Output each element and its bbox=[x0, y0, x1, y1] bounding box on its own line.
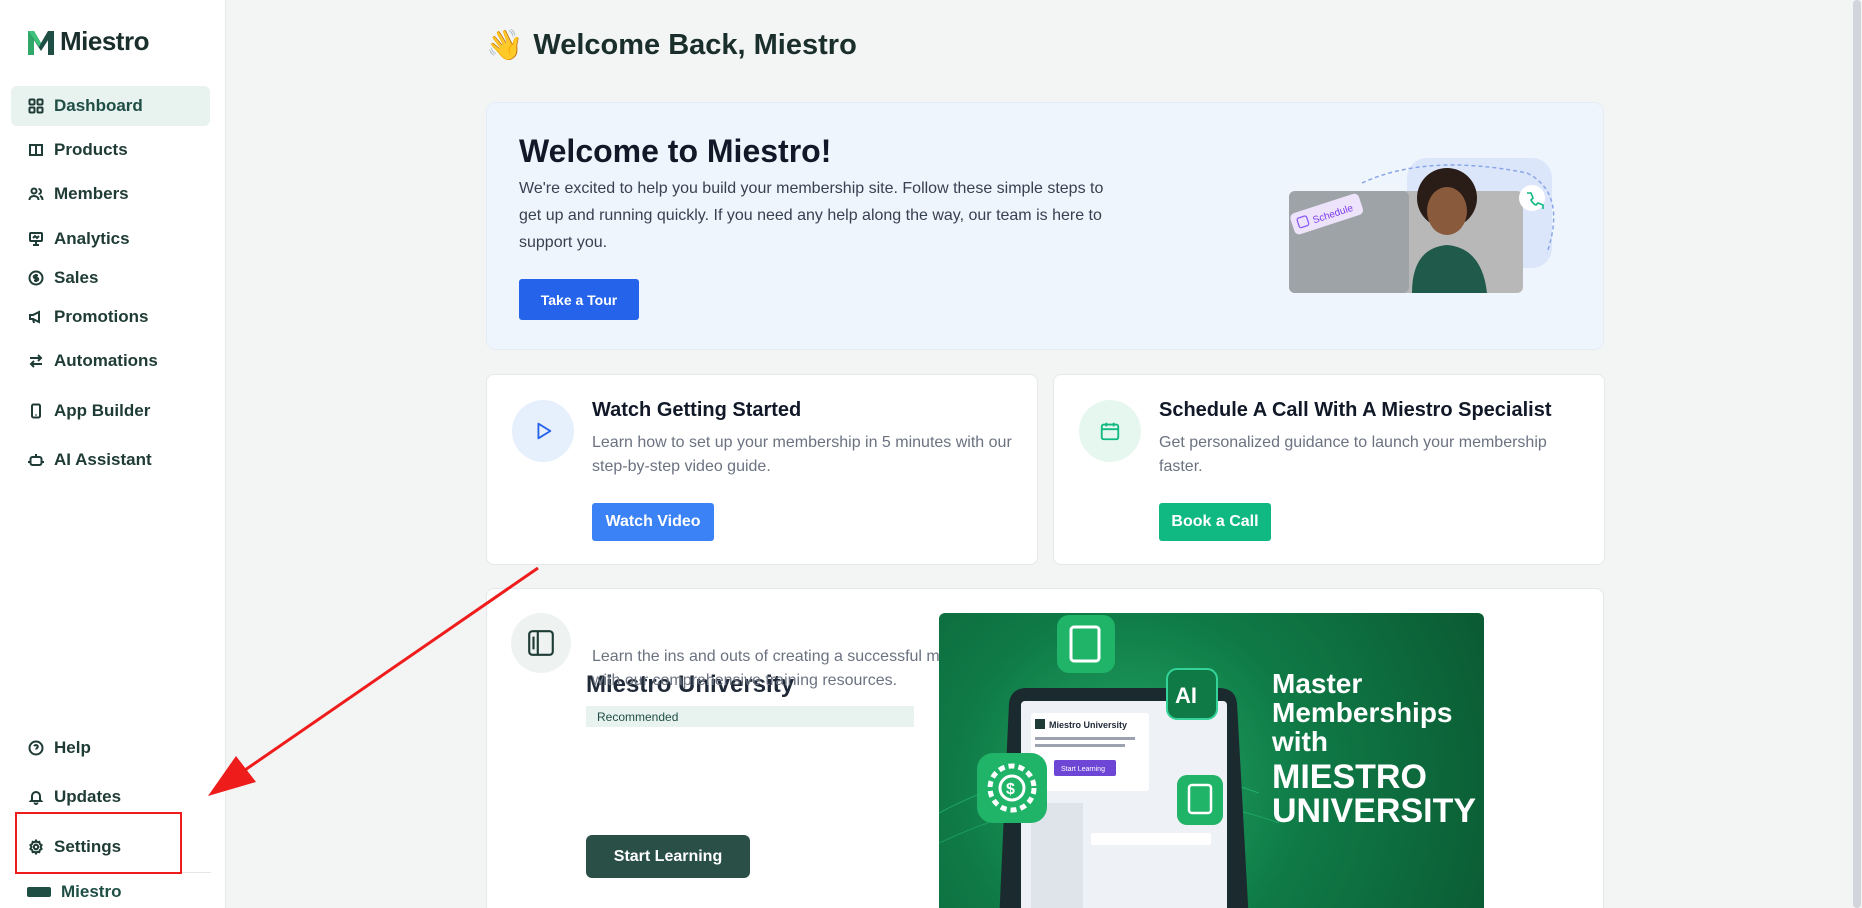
greeting-text: Welcome Back, Miestro bbox=[533, 29, 857, 61]
arrows-icon bbox=[27, 352, 45, 370]
take-tour-button[interactable]: Take a Tour bbox=[519, 279, 639, 320]
book-open-icon bbox=[511, 613, 571, 673]
banner-line-3: with bbox=[1272, 726, 1328, 757]
account-name: Miestro bbox=[61, 882, 122, 901]
bot-icon bbox=[27, 451, 45, 469]
settings-highlight-box bbox=[15, 812, 182, 874]
vertical-scrollbar-thumb[interactable] bbox=[1853, 0, 1861, 908]
sidebar-item-label: Analytics bbox=[54, 229, 130, 248]
account-switcher[interactable]: Miestro bbox=[27, 882, 121, 902]
brand-name: Miestro bbox=[60, 26, 149, 56]
sidebar-item-app-builder[interactable]: App Builder bbox=[11, 391, 210, 431]
hero-title: Welcome to Miestro! bbox=[519, 133, 832, 169]
sidebar-item-label: Products bbox=[54, 140, 128, 159]
sidebar-item-updates[interactable]: Updates bbox=[11, 777, 210, 817]
sidebar-item-label: AI Assistant bbox=[54, 450, 152, 469]
book-icon bbox=[27, 141, 45, 159]
university-banner-image: Miestro University Start Learning $ AI M… bbox=[939, 613, 1484, 908]
dashboard-icon bbox=[27, 97, 45, 115]
call-card-description: Get personalized guidance to launch your… bbox=[1159, 434, 1547, 475]
sidebar: Miestro Dashboard Products Members Analy… bbox=[0, 0, 226, 908]
sidebar-item-ai-assistant[interactable]: AI Assistant bbox=[11, 440, 210, 480]
play-icon bbox=[512, 400, 574, 462]
recommended-badge: Recommended bbox=[586, 706, 914, 727]
sidebar-item-label: Automations bbox=[54, 351, 158, 370]
banner-line-1: Master bbox=[1272, 668, 1363, 699]
sidebar-item-automations[interactable]: Automations bbox=[11, 341, 210, 381]
watch-video-button[interactable]: Watch Video bbox=[592, 503, 714, 541]
wave-emoji: 👋 bbox=[486, 29, 524, 62]
sidebar-item-sales[interactable]: Sales bbox=[11, 258, 210, 298]
banner-mock-title: Miestro University bbox=[1049, 720, 1127, 730]
banner-dollar-glyph: $ bbox=[1006, 781, 1015, 798]
schedule-call-card: Schedule A Call With A Miestro Specialis… bbox=[1053, 374, 1605, 565]
call-card-title: Schedule A Call With A Miestro Specialis… bbox=[1159, 399, 1552, 421]
hero-illustration: Schedule bbox=[1289, 158, 1555, 293]
video-card-title: Watch Getting Started bbox=[592, 399, 802, 421]
start-learning-button[interactable]: Start Learning bbox=[586, 835, 750, 878]
banner-line-5: UNIVERSITY bbox=[1272, 792, 1477, 830]
banner-ai-badge: AI bbox=[1175, 683, 1197, 708]
brand-logo[interactable]: Miestro bbox=[26, 26, 149, 57]
hero-description: We're excited to help you build your mem… bbox=[519, 180, 1104, 251]
sidebar-item-promotions[interactable]: Promotions bbox=[11, 297, 210, 337]
calendar-icon bbox=[1079, 400, 1141, 462]
account-avatar bbox=[27, 887, 51, 897]
video-card-description: Learn how to set up your membership in 5… bbox=[592, 434, 1012, 475]
sidebar-item-members[interactable]: Members bbox=[11, 174, 210, 214]
banner-line-4: MIESTRO bbox=[1272, 758, 1427, 796]
sidebar-item-label: App Builder bbox=[54, 401, 151, 420]
sidebar-item-help[interactable]: Help bbox=[11, 728, 210, 768]
sidebar-item-label: Sales bbox=[54, 268, 99, 287]
presentation-icon bbox=[27, 230, 45, 248]
sidebar-item-analytics[interactable]: Analytics bbox=[11, 219, 210, 259]
megaphone-icon bbox=[27, 308, 45, 326]
sidebar-item-label: Dashboard bbox=[54, 96, 143, 115]
phone-icon bbox=[27, 402, 45, 420]
sidebar-item-label: Members bbox=[54, 184, 129, 203]
university-card: Miestro University Recommended Learn the… bbox=[486, 588, 1604, 908]
bell-icon bbox=[27, 788, 45, 806]
dollar-icon bbox=[27, 269, 45, 287]
banner-mock-button: Start Learning bbox=[1061, 766, 1105, 773]
sidebar-item-label: Promotions bbox=[54, 307, 149, 326]
banner-headline: Master Memberships with MIESTRO UNIVERSI… bbox=[1272, 669, 1476, 828]
miestro-logo-icon bbox=[28, 30, 54, 55]
banner-line-2: Memberships bbox=[1272, 697, 1453, 728]
sidebar-item-dashboard[interactable]: Dashboard bbox=[11, 86, 210, 126]
users-icon bbox=[27, 185, 45, 203]
sidebar-item-products[interactable]: Products bbox=[11, 130, 210, 170]
help-icon bbox=[27, 739, 45, 757]
welcome-hero: Welcome to Miestro! We're excited to hel… bbox=[486, 102, 1604, 350]
sidebar-item-label: Updates bbox=[54, 787, 122, 806]
sidebar-item-label: Help bbox=[54, 738, 91, 757]
page-title: 👋 Welcome Back, Miestro bbox=[486, 28, 857, 63]
book-call-button[interactable]: Book a Call bbox=[1159, 503, 1271, 541]
getting-started-card: Watch Getting Started Learn how to set u… bbox=[486, 374, 1038, 565]
